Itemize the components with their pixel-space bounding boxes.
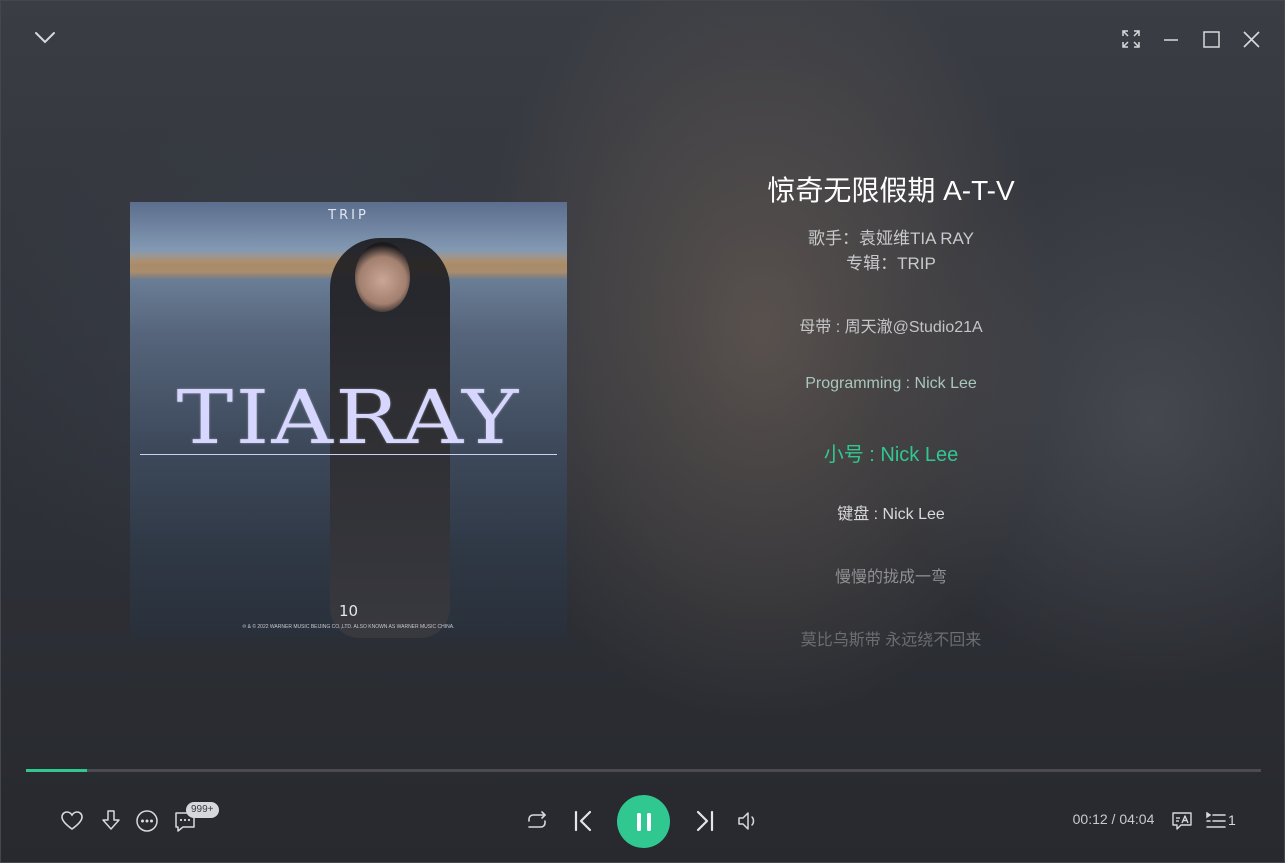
cover-track-number: 10 (338, 602, 359, 620)
download-icon[interactable] (98, 808, 124, 834)
lyric-line[interactable]: 慢慢的拢成一弯 (641, 563, 1141, 587)
lyric-line[interactable]: 母带 : 周天澈@Studio21A (641, 313, 1141, 337)
minimize-icon[interactable] (1159, 27, 1183, 51)
playback-time: 00:12 / 04:04 (1072, 811, 1155, 827)
control-bar: 999+ 00:12 / 04:04 1 (1, 791, 1284, 851)
next-icon[interactable] (691, 807, 719, 835)
fullscreen-icon[interactable] (1119, 27, 1143, 51)
lyric-line-current[interactable]: 小号 : Nick Lee (641, 438, 1141, 467)
cover-figure-head (355, 242, 410, 312)
chevron-down-icon[interactable] (31, 26, 59, 50)
song-info: 惊奇无限假期 A-T-V 歌手：袁娅维TIA RAY 专辑：TRIP (641, 171, 1141, 276)
more-icon[interactable] (134, 808, 160, 834)
lyrics-translate-icon[interactable] (1168, 808, 1196, 834)
loop-icon[interactable] (523, 808, 551, 834)
cover-brand: TRIP (328, 208, 369, 223)
progress-fill (26, 769, 87, 772)
playlist-icon[interactable] (1204, 808, 1228, 834)
pause-button[interactable] (617, 795, 670, 848)
cover-wordmark: TIARAY (176, 375, 521, 461)
close-icon[interactable] (1239, 27, 1263, 51)
queue-count[interactable]: 1 (1228, 812, 1236, 828)
lyric-line[interactable]: Programming : Nick Lee (641, 375, 1141, 393)
cover-copyright: ℗ & © 2022 WARNER MUSIC BEIJING CO.,LTD.… (242, 624, 455, 630)
player-window: TRIP TIARAY 10 ℗ & © 2022 WARNER MUSIC B… (0, 0, 1285, 863)
volume-icon[interactable] (734, 808, 762, 834)
title-bar (1, 1, 1284, 71)
cover-wordmark-line (140, 454, 557, 455)
artist-line[interactable]: 歌手：袁娅维TIA RAY (641, 226, 1141, 251)
album-line[interactable]: 专辑：TRIP (641, 251, 1141, 276)
lyric-line[interactable]: 莫比乌斯带 永远绕不回来 (641, 626, 1141, 650)
previous-icon[interactable] (569, 807, 597, 835)
progress-bar[interactable] (26, 769, 1261, 772)
pause-icon (636, 812, 651, 831)
heart-icon[interactable] (59, 808, 85, 834)
album-cover: TRIP TIARAY 10 ℗ & © 2022 WARNER MUSIC B… (130, 202, 567, 638)
maximize-icon[interactable] (1199, 27, 1223, 51)
lyric-line[interactable]: 键盘 : Nick Lee (641, 500, 1141, 524)
comment-count-badge: 999+ (186, 802, 219, 818)
song-title: 惊奇无限假期 A-T-V (767, 175, 1015, 206)
